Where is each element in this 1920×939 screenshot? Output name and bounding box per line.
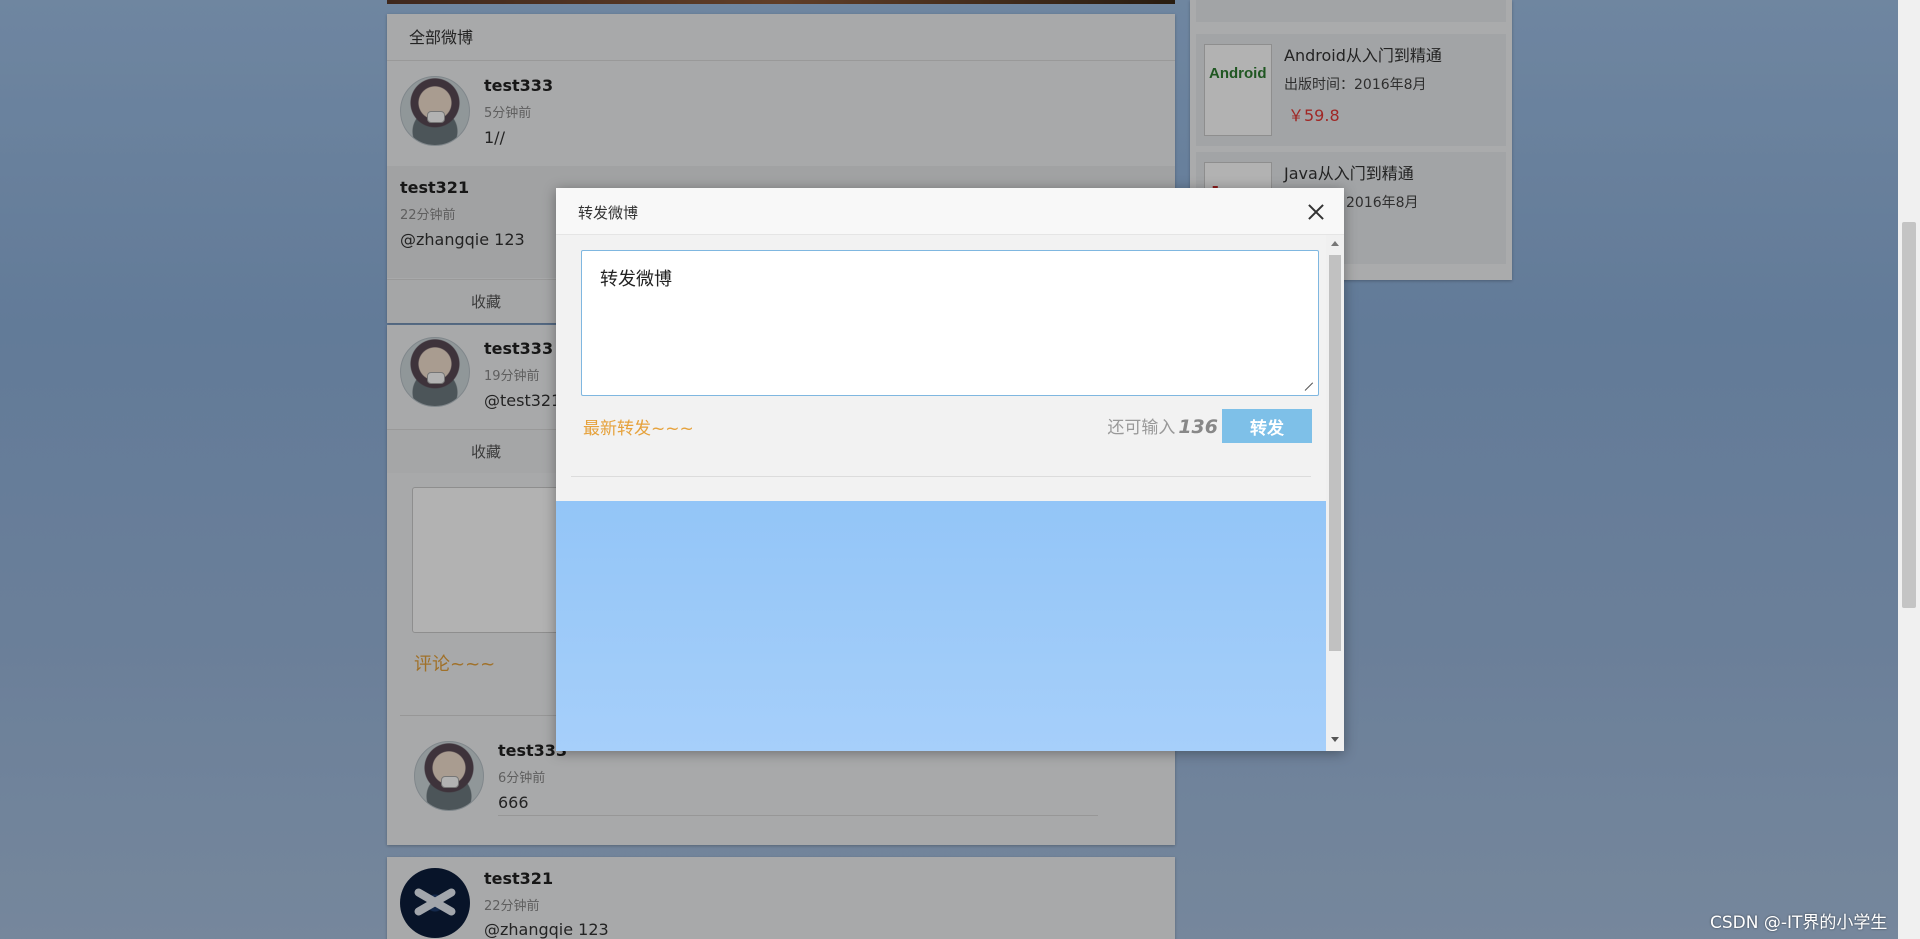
repost-input[interactable]: 转发微博 xyxy=(581,250,1319,396)
dialog-scrollbar-thumb[interactable] xyxy=(1329,255,1341,651)
resize-handle-icon[interactable] xyxy=(1305,382,1315,392)
dialog-body: 转发微博 最新转发~~~ 还可输入136字 转发 xyxy=(556,235,1326,751)
dialog-scrollbar[interactable] xyxy=(1326,235,1344,751)
repost-list-area xyxy=(556,501,1326,751)
counter-number: 136 xyxy=(1178,416,1218,438)
repost-submit-button[interactable]: 转发 xyxy=(1222,409,1312,443)
dialog-title: 转发微博 xyxy=(578,204,639,222)
scroll-down-icon[interactable] xyxy=(1331,737,1339,742)
latest-reposts-link[interactable]: 最新转发~~~ xyxy=(583,414,694,439)
repost-dialog: 转发微博 转发微博 最新转发~~~ 还可输入136字 转发 xyxy=(556,188,1344,751)
close-icon[interactable] xyxy=(1304,200,1328,224)
char-counter: 还可输入136字 xyxy=(1064,413,1238,438)
divider xyxy=(571,476,1311,477)
page-scrollbar-thumb[interactable] xyxy=(1902,222,1916,608)
watermark: CSDN @-IT界的小学生 xyxy=(1710,913,1888,933)
counter-prefix: 还可输入 xyxy=(1107,418,1176,438)
dialog-header: 转发微博 xyxy=(556,188,1344,235)
scroll-up-icon[interactable] xyxy=(1331,241,1339,246)
page-scrollbar[interactable] xyxy=(1898,0,1920,939)
